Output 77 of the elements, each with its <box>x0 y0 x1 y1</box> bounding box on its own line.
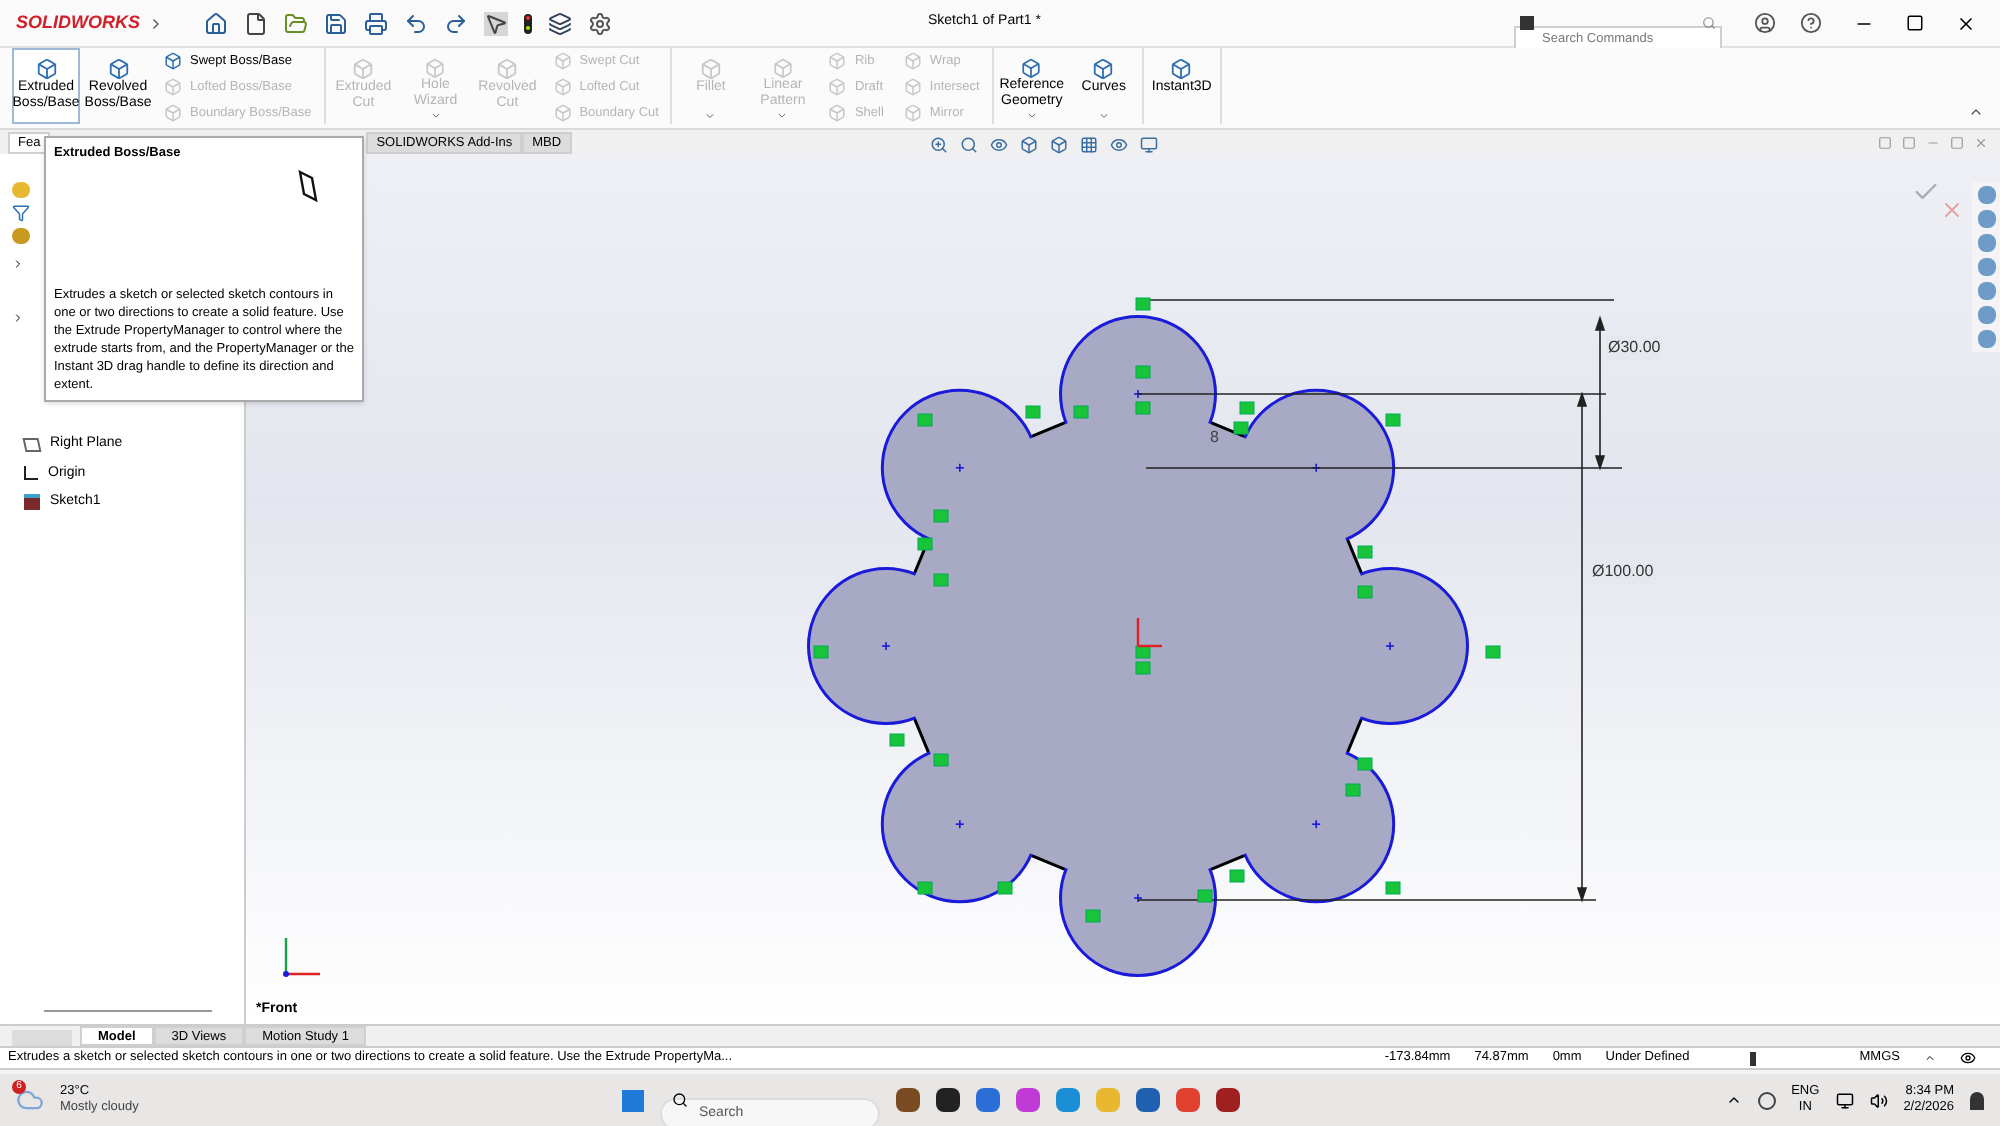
settings-icon[interactable] <box>588 11 612 35</box>
expand-icon[interactable] <box>12 258 24 270</box>
cube-icon <box>352 58 375 80</box>
undo-icon[interactable] <box>404 11 428 35</box>
cube-icon <box>35 58 57 80</box>
origin-icon <box>1136 618 1162 648</box>
sketch-profile[interactable] <box>807 315 1469 977</box>
relation-icon[interactable] <box>997 881 1013 895</box>
cube-icon <box>1092 58 1115 80</box>
filter-icon[interactable] <box>12 204 30 222</box>
help-icon[interactable] <box>1800 12 1822 34</box>
cube-icon <box>424 58 447 79</box>
cube-icon <box>903 103 922 122</box>
cube-icon <box>828 78 847 97</box>
volume-icon[interactable] <box>1869 1091 1888 1109</box>
cube-icon <box>828 52 847 71</box>
tile-icon[interactable] <box>1878 136 1892 150</box>
view-icon[interactable] <box>1960 1050 1976 1066</box>
plane-icon <box>22 437 42 452</box>
expand-icon[interactable] <box>148 15 164 31</box>
visibility-icon[interactable] <box>1110 136 1128 154</box>
home-icon[interactable] <box>204 11 228 35</box>
cube-icon <box>164 78 182 97</box>
search-icon <box>672 1092 689 1108</box>
cube-icon <box>553 103 572 122</box>
cancel-icon[interactable] <box>1940 198 1964 222</box>
caret-icon <box>1097 110 1110 122</box>
cube-icon[interactable] <box>1050 136 1068 154</box>
axis-triad-icon <box>283 938 320 977</box>
weather-icon[interactable] <box>16 1086 44 1114</box>
caret-icon <box>1025 110 1038 122</box>
print-icon[interactable] <box>364 11 388 35</box>
redo-icon[interactable] <box>444 11 468 35</box>
search-icon <box>1702 16 1716 30</box>
cube-icon <box>1020 58 1043 79</box>
caret-icon[interactable] <box>1924 1052 1936 1064</box>
maximize-icon[interactable] <box>1906 14 1924 32</box>
cube-icon <box>164 52 182 71</box>
cube-icon <box>699 58 722 80</box>
cube-icon <box>1170 58 1193 80</box>
restore-icon[interactable] <box>1950 136 1964 150</box>
tray-expand-icon[interactable] <box>1725 1092 1742 1108</box>
pointer-icon[interactable] <box>484 11 508 35</box>
layers-icon[interactable] <box>548 11 572 35</box>
network-icon[interactable] <box>1835 1091 1854 1109</box>
cube-icon <box>903 52 922 71</box>
collapse-icon[interactable] <box>1968 104 1984 120</box>
save-icon[interactable] <box>324 11 348 35</box>
new-file-icon[interactable] <box>244 11 268 35</box>
taskbar-app-icon[interactable] <box>1216 1088 1241 1112</box>
zoom-icon[interactable] <box>930 136 948 154</box>
cube-icon <box>164 103 182 122</box>
caret-icon <box>429 110 442 122</box>
cube-icon <box>771 58 794 79</box>
cube-icon <box>496 58 519 80</box>
account-icon[interactable] <box>1754 12 1776 34</box>
relation-icon[interactable] <box>917 881 933 895</box>
caret-icon <box>704 110 717 122</box>
section-icon[interactable] <box>1080 136 1098 154</box>
expand-icon[interactable] <box>12 312 24 324</box>
cube-icon <box>553 78 572 97</box>
cube-icon <box>107 58 129 80</box>
taskbar-app-icon[interactable] <box>896 1088 921 1112</box>
open-folder-icon[interactable] <box>284 11 308 35</box>
cube-icon <box>553 52 572 71</box>
origin-icon <box>24 466 38 481</box>
taskbar-app-icon[interactable] <box>936 1088 961 1112</box>
sketch-note: 8 <box>1210 426 1219 450</box>
zoom-area-icon[interactable] <box>960 136 978 154</box>
cube-icon <box>828 103 847 122</box>
extrude-icon <box>296 167 320 204</box>
sketch-icon <box>24 494 40 511</box>
cube-icon <box>903 78 922 97</box>
caret-icon <box>776 110 789 122</box>
close-icon[interactable] <box>1956 13 1976 33</box>
tile-icon[interactable] <box>1902 136 1916 150</box>
cube-icon[interactable] <box>1020 136 1038 154</box>
